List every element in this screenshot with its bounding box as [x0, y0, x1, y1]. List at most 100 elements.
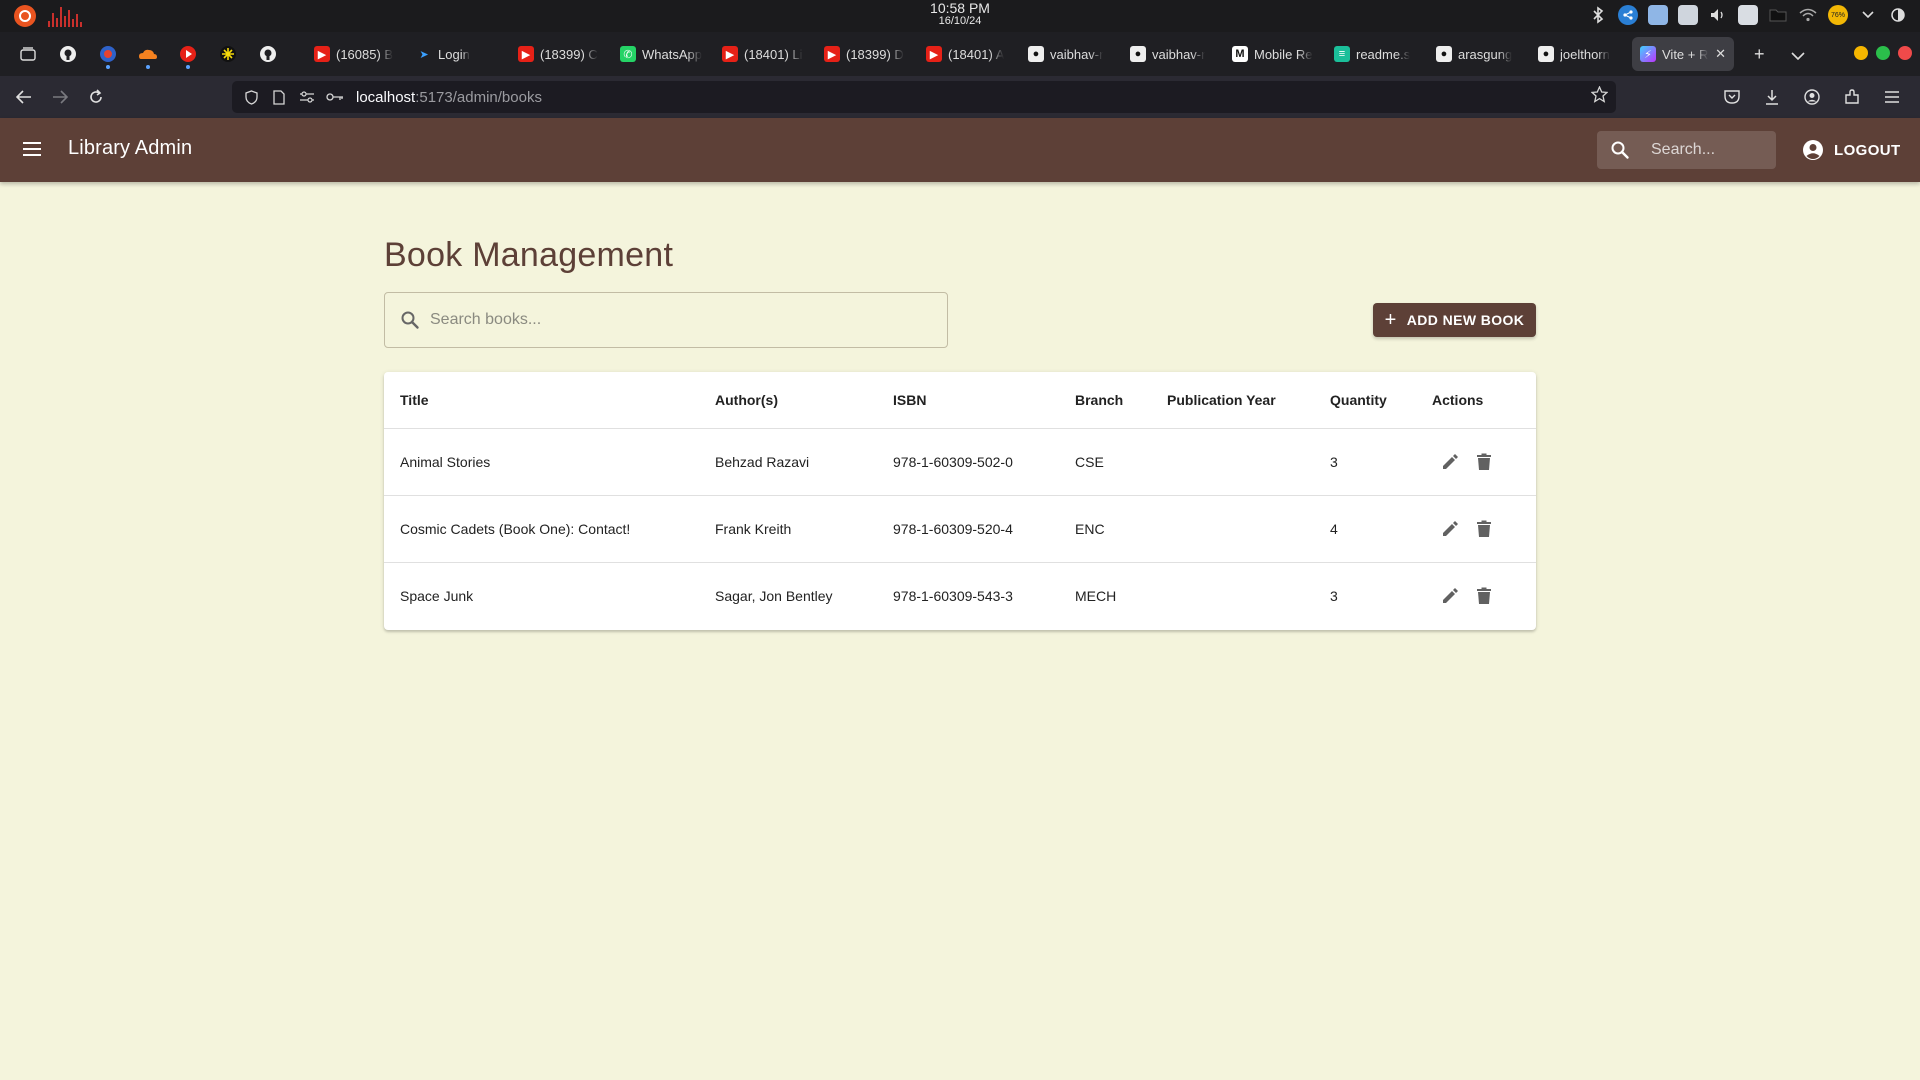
- column-header-quantity[interactable]: Quantity: [1314, 372, 1416, 429]
- clipboard-icon[interactable]: [1648, 5, 1668, 25]
- github-icon: ●: [1436, 46, 1452, 62]
- cell-authors: Sagar, Jon Bentley: [715, 587, 833, 604]
- forward-icon[interactable]: [42, 81, 78, 113]
- close-tab-icon[interactable]: ✕: [1715, 46, 1726, 62]
- bookmark-star-icon[interactable]: [1590, 85, 1609, 108]
- downloads-icon[interactable]: [1754, 81, 1790, 113]
- edit-icon[interactable]: [1438, 517, 1462, 541]
- cell-branch: CSE: [1059, 428, 1151, 496]
- url-text[interactable]: localhost:5173/admin/books: [356, 89, 542, 106]
- delete-icon[interactable]: [1472, 584, 1496, 608]
- browser-tab[interactable]: ➤ Login: [408, 37, 510, 71]
- browser-nav-bar: localhost:5173/admin/books: [0, 76, 1920, 118]
- browser-tab[interactable]: ▶ (18399) C: [510, 37, 612, 71]
- github-icon: ●: [1028, 46, 1044, 62]
- night-mode-icon[interactable]: [1888, 5, 1908, 25]
- browser-tab[interactable]: ● arasgung: [1428, 37, 1530, 71]
- minimize-icon[interactable]: [1854, 46, 1868, 60]
- edit-icon[interactable]: [1438, 450, 1462, 474]
- browser-tab[interactable]: ✆ WhatsApp: [612, 37, 714, 71]
- back-icon[interactable]: [6, 81, 42, 113]
- hamburger-menu-icon[interactable]: [1874, 81, 1910, 113]
- pinned-github-icon[interactable]: [48, 36, 88, 72]
- new-tab-icon[interactable]: +: [1754, 44, 1765, 65]
- bluetooth-icon[interactable]: [1588, 5, 1608, 25]
- tab-label: vaibhav-r: [1152, 46, 1206, 62]
- folder-icon[interactable]: [1768, 5, 1788, 25]
- permissions-icon[interactable]: [296, 86, 318, 108]
- github-icon: ●: [1538, 46, 1554, 62]
- logout-button[interactable]: LOGOUT: [1796, 132, 1907, 168]
- pinned-cloud-icon[interactable]: [128, 36, 168, 72]
- books-search-input[interactable]: [430, 293, 930, 347]
- tab-label: arasgung: [1458, 46, 1513, 62]
- youtube-icon: ▶: [824, 46, 840, 62]
- pocket-icon[interactable]: [1714, 81, 1750, 113]
- cell-isbn: 978-1-60309-502-0: [877, 428, 1059, 496]
- cell-isbn: 978-1-60309-543-3: [893, 587, 1013, 604]
- cell-actions: [1416, 562, 1536, 629]
- add-new-book-button[interactable]: + ADD NEW BOOK: [1373, 303, 1536, 337]
- pinned-perplexity-icon[interactable]: [208, 36, 248, 72]
- pinned-youtube-music-icon[interactable]: [168, 36, 208, 72]
- browser-tab[interactable]: ▶ (18401) Li: [714, 37, 816, 71]
- page-info-icon[interactable]: [268, 86, 290, 108]
- cell-title: Space Junk: [400, 587, 474, 604]
- browser-tab[interactable]: ● vaibhav-r: [1122, 37, 1224, 71]
- key-icon[interactable]: [324, 86, 346, 108]
- cell-quantity: 3: [1330, 587, 1338, 604]
- reload-icon[interactable]: [78, 81, 114, 113]
- browser-tab[interactable]: M Mobile Re: [1224, 37, 1326, 71]
- column-header-title[interactable]: Title: [384, 372, 699, 429]
- column-header-branch[interactable]: Branch: [1059, 372, 1151, 429]
- maximize-icon[interactable]: [1876, 46, 1890, 60]
- browser-tab[interactable]: ≡ readme.s: [1326, 37, 1428, 71]
- notes-icon[interactable]: [1678, 5, 1698, 25]
- edit-icon[interactable]: [1438, 584, 1462, 608]
- books-table: Title Author(s) ISBN Branch Publication …: [384, 372, 1536, 629]
- books-search-field[interactable]: [384, 292, 948, 348]
- cell-title: Animal Stories: [384, 428, 699, 496]
- battery-icon[interactable]: 76%: [1828, 5, 1848, 25]
- cell-quantity: 3: [1314, 428, 1416, 496]
- tab-label: joelthorn: [1560, 46, 1610, 62]
- url-bar[interactable]: localhost:5173/admin/books: [232, 81, 1616, 113]
- column-header-isbn[interactable]: ISBN: [877, 372, 1059, 429]
- volume-icon[interactable]: [1708, 5, 1728, 25]
- header-search-input[interactable]: [1651, 131, 1771, 169]
- tab-label: WhatsApp: [642, 46, 702, 62]
- ubuntu-menu-icon[interactable]: [14, 5, 36, 27]
- cell-branch: ENC: [1059, 495, 1151, 563]
- clock-date: 16/10/24: [938, 15, 982, 27]
- tab-list-chevron-icon[interactable]: [1790, 44, 1805, 65]
- browser-tab[interactable]: ▶ (18401) A: [918, 37, 1020, 71]
- app-header: Library Admin LOGOUT: [0, 118, 1920, 182]
- clock[interactable]: 10:58 PM 16/10/24: [930, 1, 990, 28]
- header-search[interactable]: [1597, 131, 1776, 169]
- kdeconnect-icon[interactable]: [1618, 5, 1638, 25]
- pinned-app-icon[interactable]: [88, 36, 128, 72]
- browser-tab-active[interactable]: ⚡ Vite + R ✕: [1632, 37, 1734, 71]
- column-header-publication-year[interactable]: Publication Year: [1151, 372, 1314, 429]
- extensions-icon[interactable]: [1834, 81, 1870, 113]
- account-icon[interactable]: [1794, 81, 1830, 113]
- column-header-authors[interactable]: Author(s): [699, 372, 877, 429]
- table-row: Animal Stories Behzad Razavi 978-1-60309…: [384, 428, 1536, 496]
- pinned-github-icon-2[interactable]: [248, 36, 288, 72]
- browser-tab[interactable]: ● vaibhav-r: [1020, 37, 1122, 71]
- cell-title: Cosmic Cadets (Book One): Contact!: [384, 495, 699, 563]
- menu-icon[interactable]: [18, 135, 46, 163]
- browser-tab[interactable]: ▶ (18399) D: [816, 37, 918, 71]
- close-window-icon[interactable]: [1898, 46, 1912, 60]
- youtube-icon: ▶: [314, 46, 330, 62]
- browser-tab[interactable]: ▶ (16085) B: [306, 37, 408, 71]
- browser-tab[interactable]: ● joelthorn: [1530, 37, 1632, 71]
- delete-icon[interactable]: [1472, 517, 1496, 541]
- wifi-icon[interactable]: [1798, 5, 1818, 25]
- os-top-bar: 10:58 PM 16/10/24 76%: [0, 0, 1920, 32]
- chevron-down-icon[interactable]: [1858, 5, 1878, 25]
- shield-icon[interactable]: [240, 86, 262, 108]
- delete-icon[interactable]: [1472, 450, 1496, 474]
- tab-overview-icon[interactable]: [8, 36, 48, 72]
- updates-icon[interactable]: [1738, 5, 1758, 25]
